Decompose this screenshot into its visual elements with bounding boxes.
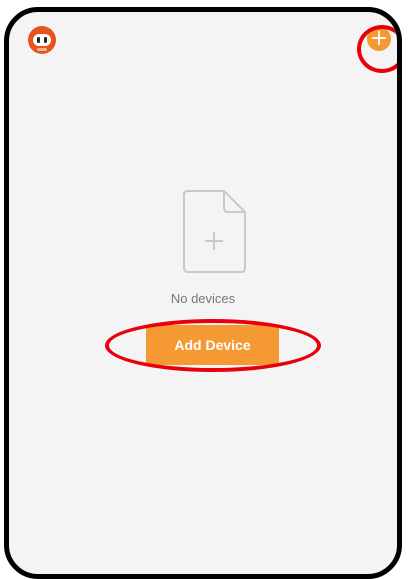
device-frame: + No devices Add Device [4,7,402,579]
robot-chin [37,48,47,51]
robot-eye-right [44,37,47,43]
empty-state-message: No devices [170,291,236,306]
file-plus-icon [183,190,246,273]
annotation-circle [357,25,397,73]
robot-face [33,34,51,46]
annotation-ellipse [105,319,321,372]
robot-avatar-icon[interactable] [28,26,56,54]
robot-eye-left [37,37,40,43]
